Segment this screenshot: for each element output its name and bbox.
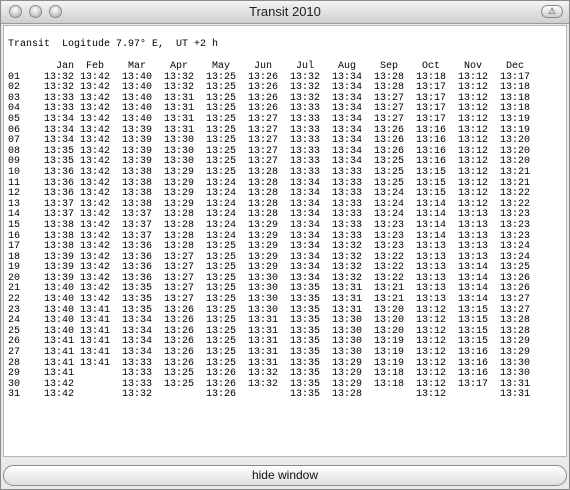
transit-time-cell: 13:36	[43, 166, 74, 178]
transit-time-cell: 13:33	[331, 166, 362, 178]
month-header: Sep	[379, 61, 398, 72]
transit-time-cell: 13:42	[79, 219, 110, 231]
day-label: 10	[8, 166, 21, 178]
transit-time-cell: 13:23	[373, 219, 404, 231]
month-header: Aug	[337, 61, 356, 72]
day-label: 05	[8, 113, 21, 125]
transit-time-cell: 13:25	[205, 166, 236, 178]
transit-time-cell: 13:17	[457, 378, 488, 390]
transit-time-cell: 13:12	[457, 113, 488, 125]
transit-table-view: Transit Logitude 7.97° E, UT +2 h Jan Feb…	[3, 25, 567, 457]
transit-time-cell: 13:33	[289, 166, 320, 178]
transit-time-cell: 13:38	[43, 219, 74, 231]
transit-time-cell: 13:29	[163, 166, 194, 178]
transit-time-cell: 13:42	[79, 113, 110, 125]
transit-time-cell: 13:14	[415, 219, 446, 231]
transit-window: Transit 2010 ⚠ Transit Logitude 7.97° E,…	[0, 0, 570, 490]
transit-time-cell: 13:37	[121, 219, 152, 231]
month-header: May	[211, 61, 230, 72]
transit-time-cell: 13:19	[499, 113, 530, 125]
transit-time-cell: 13:28	[331, 389, 362, 401]
transit-time-cell: 13:29	[247, 219, 278, 231]
transit-time-cell: 13:32	[247, 378, 278, 390]
transit-time-cell	[74, 369, 116, 380]
month-header: Oct	[421, 61, 440, 72]
transit-time-cell: 13:31	[499, 389, 530, 401]
transit-time-cell: 13:28	[247, 166, 278, 178]
transit-time-cell: 13:23	[499, 219, 530, 231]
table-row: 30 13:42 13:33 13:25 13:26 13:32 13:35 13:29 13:…	[8, 378, 536, 391]
table-row: 10 13:36 13:42 13:38 13:29 13:25 13:28 13:33 13:…	[8, 166, 536, 179]
transit-time-cell: 13:25	[373, 166, 404, 178]
table-row: 05 13:34 13:42 13:40 13:31 13:25 13:27 13:33 13:…	[8, 113, 536, 126]
transit-time-cell: 13:34	[43, 113, 74, 125]
transit-time-cell	[452, 390, 494, 401]
month-header-row: Jan Feb Mar Apr May Jun Jul Aug Sep Oct Nov Dec	[8, 61, 536, 73]
table-row: 31 13:42 13:32 13:26 13:35 13:28 13:12 13:31	[8, 390, 536, 401]
month-header: Nov	[463, 61, 482, 72]
month-header: Dec	[505, 61, 524, 72]
transit-time-cell: 13:42	[43, 389, 74, 401]
month-header: Jul	[295, 61, 314, 72]
transit-time-cell: 13:18	[373, 378, 404, 390]
transit-time-cell: 13:25	[163, 378, 194, 390]
transit-time-cell: 13:34	[331, 113, 362, 125]
transit-time-cell: 13:12	[457, 166, 488, 178]
transit-time-cell: 13:33	[289, 113, 320, 125]
transit-time-cell: 13:33	[331, 219, 362, 231]
transit-time-cell: 13:15	[415, 166, 446, 178]
transit-time-cell: 13:31	[163, 113, 194, 125]
month-header: Feb	[85, 61, 104, 72]
table-heading: Transit Logitude 7.97° E, UT +2 h	[8, 39, 219, 50]
transit-time-cell: 13:13	[457, 219, 488, 231]
transit-time-cell	[158, 390, 200, 401]
transit-time-cell: 13:26	[205, 389, 236, 401]
corner-cell	[8, 62, 36, 73]
transit-time-cell	[74, 380, 116, 391]
transit-time-cell	[242, 390, 284, 401]
month-header: Mar	[127, 61, 146, 72]
window-title: Transit 2010	[249, 4, 321, 19]
transit-time-cell: 13:35	[289, 389, 320, 401]
transit-time-cell: 13:25	[205, 113, 236, 125]
day-label: 15	[8, 219, 21, 231]
transit-time-cell: 13:27	[373, 113, 404, 125]
transit-time-cell: 13:32	[121, 389, 152, 401]
hide-window-button[interactable]: hide window	[3, 465, 567, 486]
title-bar[interactable]: Transit 2010 ⚠	[1, 1, 569, 24]
month-header: Jan	[55, 61, 74, 72]
transit-time-cell: 13:42	[79, 166, 110, 178]
day-label: 31	[8, 389, 21, 401]
transit-time-cell: 13:34	[289, 219, 320, 231]
transit-time-cell: 13:12	[415, 389, 446, 401]
month-header: Apr	[169, 61, 188, 72]
table-row: 15 13:38 13:42 13:37 13:28 13:24 13:29 13:34 13:…	[8, 219, 536, 232]
transit-time-cell: 13:40	[121, 113, 152, 125]
transit-time-cell: 13:41	[79, 357, 110, 369]
toolbar-toggle-button[interactable]: ⚠	[541, 5, 563, 18]
transit-time-cell	[74, 390, 116, 401]
transit-time-cell: 13:28	[163, 219, 194, 231]
transit-time-cell: 13:38	[121, 166, 152, 178]
transit-table: Jan Feb Mar Apr May Jun Jul Aug Sep Oct Nov Dec 01 13…	[8, 61, 536, 401]
transit-time-cell: 13:17	[415, 113, 446, 125]
transit-time-cell	[368, 390, 410, 401]
transit-time-cell: 13:24	[205, 219, 236, 231]
transit-time-cell: 13:27	[247, 113, 278, 125]
transit-time-cell: 13:21	[499, 166, 530, 178]
month-header: Jun	[253, 61, 272, 72]
